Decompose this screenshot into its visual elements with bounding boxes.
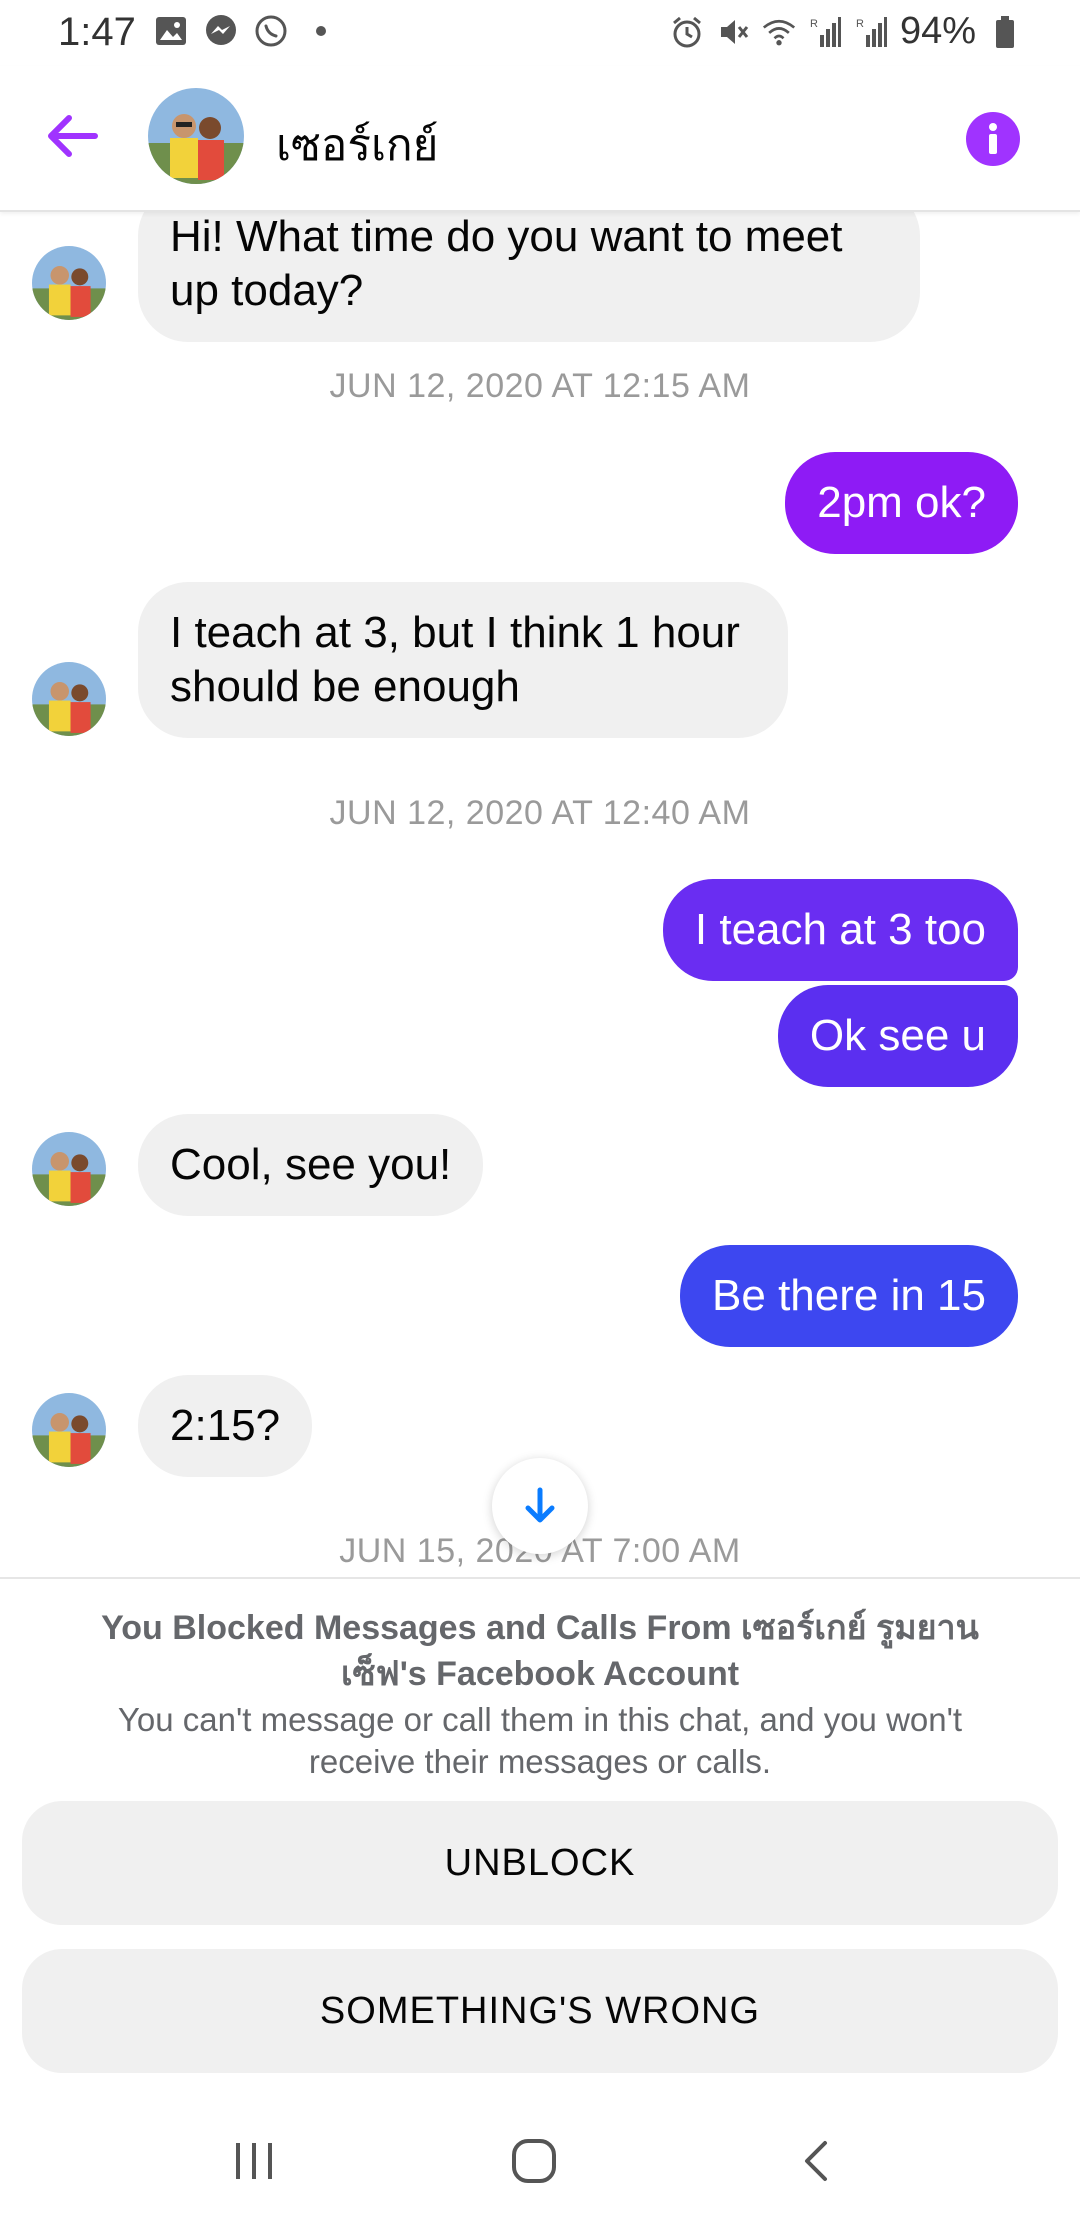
something-wrong-button[interactable]: SOMETHING'S WRONG [22,1949,1058,2073]
info-button[interactable] [966,112,1020,166]
mute-icon [716,15,750,49]
signal-r-icon: R [808,15,842,49]
incoming-message-bubble[interactable]: 2:15? [138,1375,313,1477]
message-text-line: I teach at 3, but I think 1 hour [170,608,740,657]
dot-icon [304,14,338,48]
outgoing-message-bubble[interactable]: I teach at 3 too [662,879,1018,981]
sender-avatar [32,246,106,320]
status-notification-icons [154,14,338,48]
blocked-description: You can't message or call them in this c… [70,1699,1010,1783]
message-timestamp: JUN 12, 2020 AT 12:15 AM [329,367,751,405]
svg-text:R: R [810,18,818,30]
outgoing-message-bubble[interactable]: Ok see u [777,985,1018,1087]
back-button[interactable] [40,104,104,168]
status-bar: 1:47 R R 94% [0,0,1080,66]
status-time: 1:47 [58,10,136,54]
info-icon [989,123,997,154]
blocked-description-line: receive their messages or calls. [308,1743,772,1780]
battery-icon [988,15,1022,49]
message-text-line: up today? [170,266,364,315]
system-navigation-bar [0,2101,1080,2220]
wifi-icon [762,15,796,49]
incoming-message-bubble[interactable]: Cool, see you! [138,1114,484,1216]
blocked-description-line: You can't message or call them in this c… [117,1701,963,1738]
message-row: Hi! What time do you want to meet up tod… [0,212,1080,342]
contact-avatar[interactable] [148,88,244,184]
message-row: I teach at 3, but I think 1 hour should … [0,582,1080,742]
recents-icon [236,2143,272,2179]
blocked-title-line: You Blocked Messages and Calls From เซอร… [101,1609,979,1647]
image-icon [154,14,188,48]
battery-percentage: 94% [899,10,976,52]
messenger-icon [204,14,238,48]
message-timestamp: JUN 12, 2020 AT 12:40 AM [329,794,751,832]
back-nav-button[interactable] [776,2129,856,2193]
home-button[interactable] [494,2129,574,2193]
back-arrow-icon [48,115,98,157]
blocked-notice-panel: You Blocked Messages and Calls From เซอร… [0,1577,1080,2101]
message-list[interactable]: Hi! What time do you want to meet up tod… [0,212,1080,1577]
svg-text:R: R [856,18,864,30]
sender-avatar [32,1393,106,1467]
back-nav-icon [805,2141,827,2181]
message-text-line: should be enough [170,662,520,711]
recents-button[interactable] [214,2129,294,2193]
message-text-line: Hi! What time do you want to meet [170,212,843,261]
outgoing-message-bubble[interactable]: 2pm ok? [785,452,1018,554]
message-row: Cool, see you! [0,1114,1080,1224]
blocked-title-line: เซ็ฟ's Facebook Account [340,1655,740,1693]
incoming-message-bubble[interactable]: I teach at 3, but I think 1 hour should … [138,582,788,738]
blocked-title: You Blocked Messages and Calls From เซอร… [70,1605,1010,1697]
status-system-icons: R R 94% [670,10,1022,53]
scroll-to-bottom-button[interactable] [492,1458,588,1554]
outgoing-message-bubble[interactable]: Be there in 15 [680,1245,1018,1347]
signal-r-icon: R [854,15,888,49]
sender-avatar [32,1132,106,1206]
contact-name[interactable]: เซอร์เกย์ [276,110,438,180]
alarm-icon [670,15,704,49]
sender-avatar [32,662,106,736]
arrow-down-icon [525,1487,555,1523]
home-icon [512,2139,556,2183]
incoming-message-bubble[interactable]: Hi! What time do you want to meet up tod… [138,212,920,342]
unblock-button[interactable]: UNBLOCK [22,1801,1058,1925]
whatsapp-icon [254,14,288,48]
conversation-header: เซอร์เกย์ [0,66,1080,212]
